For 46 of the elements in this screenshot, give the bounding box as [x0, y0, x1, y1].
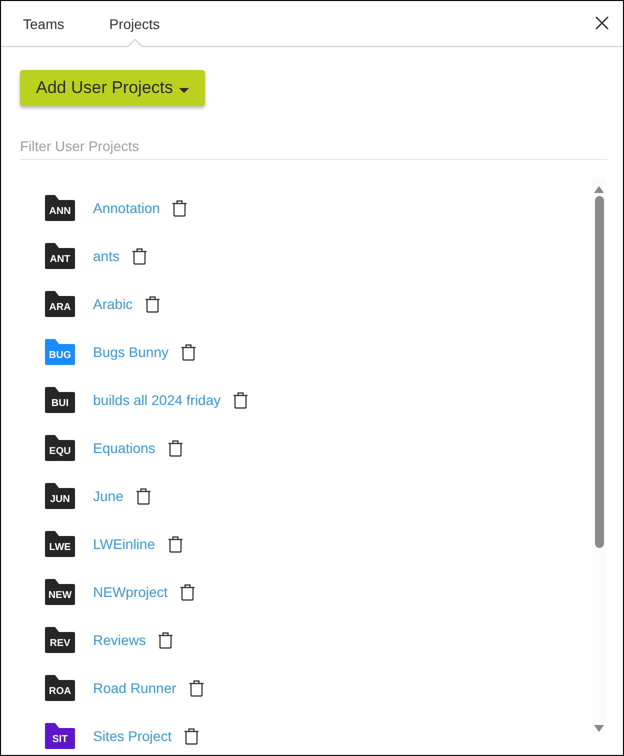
- folder-code: REV: [48, 638, 72, 650]
- folder-code: LWE: [48, 542, 72, 554]
- project-link[interactable]: June: [93, 486, 124, 506]
- delete-button[interactable]: [172, 199, 188, 217]
- delete-button[interactable]: [188, 679, 204, 697]
- scrollbar-thumb[interactable]: [594, 196, 604, 548]
- project-link[interactable]: Reviews: [93, 630, 146, 650]
- project-link[interactable]: ants: [93, 246, 120, 266]
- folder-code: BUG: [48, 350, 72, 362]
- folder-code: ROA: [48, 686, 72, 698]
- folder-code: ANT: [48, 254, 72, 266]
- scroll-up-icon[interactable]: [594, 186, 604, 193]
- project-link[interactable]: Road Runner: [93, 678, 176, 698]
- delete-button[interactable]: [131, 247, 148, 265]
- project-link[interactable]: NEWproject: [93, 582, 168, 602]
- project-link[interactable]: Equations: [93, 438, 156, 458]
- project-link[interactable]: LWEinline: [93, 534, 155, 554]
- filter-field[interactable]: Filter User Projects: [20, 132, 607, 160]
- project-link[interactable]: Annotation: [93, 198, 160, 218]
- tab[interactable]: Projects: [109, 1, 160, 46]
- project-link[interactable]: Sites Project: [93, 726, 172, 746]
- caret-icon: [179, 88, 189, 92]
- delete-button[interactable]: [184, 727, 200, 745]
- delete-button[interactable]: [144, 295, 161, 313]
- folder-code: BUI: [50, 398, 70, 410]
- project-link[interactable]: builds all 2024 friday: [93, 390, 221, 410]
- delete-button[interactable]: [180, 343, 196, 361]
- project-link[interactable]: Bugs Bunny: [93, 342, 168, 362]
- delete-button[interactable]: [135, 487, 152, 505]
- folder-code: NEW: [47, 590, 73, 602]
- delete-button[interactable]: [158, 631, 174, 649]
- add-projects-button[interactable]: Add User Projects: [20, 70, 205, 106]
- delete-button[interactable]: [167, 535, 183, 553]
- delete-button[interactable]: [167, 439, 184, 457]
- folder-code: EQU: [48, 446, 72, 458]
- project-link[interactable]: Arabic: [93, 294, 133, 314]
- folder-code: SIT: [51, 734, 69, 746]
- close-button[interactable]: [593, 14, 611, 32]
- delete-button[interactable]: [232, 391, 249, 409]
- scroll-down-icon[interactable]: [594, 725, 604, 732]
- folder-code: ANN: [48, 206, 72, 218]
- scrollbar[interactable]: [592, 178, 606, 735]
- delete-button[interactable]: [180, 583, 196, 601]
- folder-code: JUN: [48, 494, 71, 506]
- folder-code: ARA: [48, 302, 72, 314]
- tab[interactable]: Teams: [23, 1, 64, 46]
